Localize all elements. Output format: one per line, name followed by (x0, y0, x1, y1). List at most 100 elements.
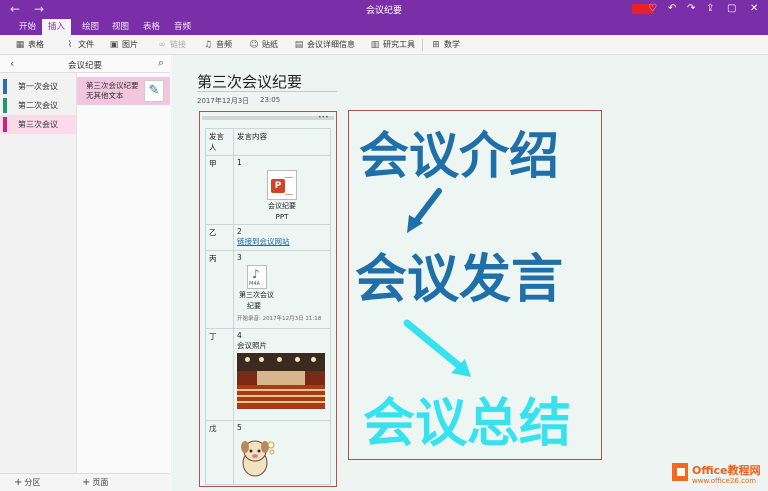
table-row: 乙 2 链接到会议网站 (205, 224, 331, 251)
add-page-button[interactable]: + 页面 (82, 477, 108, 488)
notebook-title[interactable]: 会议纪要 (0, 59, 170, 71)
ink-text-summary: 会议总结 (363, 394, 571, 454)
meeting-photo[interactable] (237, 353, 325, 409)
speaker-cell[interactable]: 丁 (205, 328, 234, 421)
ink-text-speech: 会议发言 (355, 250, 563, 310)
table-header-row: 发言人 发言内容 (205, 128, 331, 156)
content-cell[interactable]: 4 会议照片 (233, 328, 331, 421)
table-header-cell[interactable]: 发言人 (205, 128, 234, 156)
content-cell[interactable]: 2 链接到会议网站 (233, 224, 331, 251)
sidebar-footer: + 分区 + 页面 (0, 473, 170, 491)
research-tools-button[interactable]: ▥ 研究工具 (369, 38, 415, 52)
page-item-subtitle: 无其他文本 (86, 91, 124, 100)
page-date: 2017年12月3日 (197, 97, 250, 105)
section-item-1[interactable]: 第一次会议 (0, 77, 76, 96)
photo-caption: 会议照片 (237, 341, 267, 350)
speaker-cell[interactable]: 甲 (205, 155, 234, 225)
navigation-pane: ‹ 会议纪要 ⌕ 第一次会议 第二次会议 第三次会议 第三次会议纪要 无其他文本… (0, 55, 170, 491)
section-list: 第一次会议 第二次会议 第三次会议 (0, 73, 76, 473)
tab-insert[interactable]: 插入 (42, 19, 72, 35)
note-container-drawing[interactable]: 会议介绍 会议发言 会议总结 (348, 110, 602, 460)
plus-icon: + (82, 477, 91, 488)
container-drag-handle[interactable] (202, 116, 334, 120)
page-item-active[interactable]: 第三次会议纪要 无其他文本 ✎ (77, 77, 170, 105)
table-row: 丙 3 ♪ M4A 第三次会议 纪要 开始录音: 2017年12月3日 11:18 (205, 250, 331, 329)
page-title-underline (197, 91, 337, 92)
page-canvas[interactable]: 第三次会议纪要 2017年12月3日 23:05 ••• 发言人 发言内容 甲 … (171, 55, 768, 491)
dog-sticker-icon[interactable] (237, 435, 277, 481)
minutes-table: 发言人 发言内容 甲 1 P 会议纪要 PPT 乙 2 链接到会议网站 丙 3 … (205, 128, 331, 485)
section-item-3[interactable]: 第三次会议 (0, 115, 76, 134)
section-color-tab (3, 117, 7, 132)
calendar-icon: ▤ (294, 40, 304, 50)
item-number: 1 (237, 158, 242, 167)
content-cell[interactable]: 5 (233, 420, 331, 485)
file-name-line2: PPT (275, 213, 289, 221)
file-name-line1: 会议纪要 (268, 202, 296, 210)
ribbon-tabs: 开始 插入 绘图 视图 表格 音频 (0, 19, 768, 35)
audio-name-line1: 第三次会议 (239, 291, 274, 299)
maximize-icon[interactable]: ▢ (727, 2, 736, 16)
notebook-header: ‹ 会议纪要 ⌕ (0, 55, 170, 73)
title-bar: ← → 会议纪要 ♡ ↶ ↷ ⇪ ▢ ✕ (0, 0, 768, 19)
search-icon[interactable]: ⌕ (158, 56, 164, 70)
insert-picture-button[interactable]: ▣ 图片 (108, 38, 138, 52)
site-watermark: Office教程网 www.office26.com (670, 461, 768, 491)
note-container-table[interactable]: ••• 发言人 发言内容 甲 1 P 会议纪要 PPT 乙 2 链接到会议网站 (199, 111, 337, 487)
item-number: 2 (237, 227, 242, 236)
section-color-tab (3, 98, 7, 113)
lightbulb-icon[interactable]: ♡ (648, 2, 657, 16)
tab-draw[interactable]: 绘图 (76, 19, 105, 35)
undo-icon[interactable]: ↶ (668, 2, 676, 16)
speaker-cell[interactable]: 乙 (205, 224, 234, 251)
insert-link-button[interactable]: ∞ 链接 (156, 38, 186, 52)
website-link[interactable]: 链接到会议网站 (237, 237, 290, 246)
speaker-cell[interactable]: 丙 (205, 250, 234, 329)
insert-file-button[interactable]: ⌇ 文件 (64, 38, 94, 52)
page-list: 第三次会议纪要 无其他文本 ✎ (76, 73, 170, 473)
tab-table[interactable]: 表格 (137, 19, 166, 35)
insert-table-button[interactable]: ▦ 表格 (14, 38, 44, 52)
tab-audio[interactable]: 音频 (168, 19, 197, 35)
ink-text-intro: 会议介绍 (359, 127, 559, 185)
tab-view[interactable]: 视图 (106, 19, 135, 35)
share-icon[interactable]: ⇪ (706, 2, 714, 16)
smiley-icon: ☺ (249, 40, 259, 50)
meeting-details-button[interactable]: ▤ 会议详细信息 (293, 38, 355, 52)
item-number: 4 (237, 331, 242, 340)
content-cell[interactable]: 3 ♪ M4A 第三次会议 纪要 开始录音: 2017年12月3日 11:18 (233, 250, 331, 329)
redo-icon[interactable]: ↷ (687, 2, 695, 16)
add-section-button[interactable]: + 分区 (14, 477, 40, 488)
page-title[interactable]: 第三次会议纪要 (197, 71, 302, 92)
ink-drawing[interactable]: 会议介绍 会议发言 会议总结 (349, 111, 603, 461)
section-color-tab (3, 79, 7, 94)
powerpoint-file-icon[interactable]: P (267, 170, 297, 200)
audio-file-icon[interactable]: ♪ M4A (247, 265, 267, 289)
table-row: 丁 4 会议照片 (205, 328, 331, 421)
page-thumbnail: ✎ (144, 80, 164, 102)
speaker-cell[interactable]: 戊 (205, 420, 234, 485)
plus-icon: + (14, 477, 23, 488)
more-icon[interactable]: ••• (318, 114, 329, 121)
item-number: 5 (237, 423, 242, 432)
insert-toolbar: ▦ 表格 ⌇ 文件 ▣ 图片 ∞ 链接 ♫ 音频 ☺ 贴纸 ▤ 会议详细信息 ▥ 研究工具 ⊞ 数… (0, 35, 768, 55)
toolbar-divider (422, 39, 423, 51)
insert-audio-button[interactable]: ♫ 音频 (202, 38, 232, 52)
table-row: 甲 1 P 会议纪要 PPT (205, 155, 331, 225)
tab-home[interactable]: 开始 (13, 19, 42, 35)
insert-sticker-button[interactable]: ☺ 贴纸 (248, 38, 278, 52)
table-header-cell[interactable]: 发言内容 (233, 128, 331, 156)
content-cell[interactable]: 1 P 会议纪要 PPT (233, 155, 331, 225)
math-icon: ⊞ (432, 40, 440, 50)
item-number: 3 (237, 253, 242, 262)
picture-icon: ▣ (109, 40, 119, 50)
ink-arrow-2 (403, 319, 467, 373)
close-icon[interactable]: ✕ (750, 2, 758, 16)
paperclip-icon: ⌇ (67, 40, 73, 50)
math-button[interactable]: ⊞ 数学 (430, 38, 460, 52)
section-item-2[interactable]: 第二次会议 (0, 96, 76, 115)
table-row: 戊 5 (205, 420, 331, 485)
page-item-title: 第三次会议纪要 (86, 81, 139, 90)
audio-name-line2: 纪要 (247, 302, 261, 310)
watermark-url: www.office26.com (692, 477, 757, 485)
